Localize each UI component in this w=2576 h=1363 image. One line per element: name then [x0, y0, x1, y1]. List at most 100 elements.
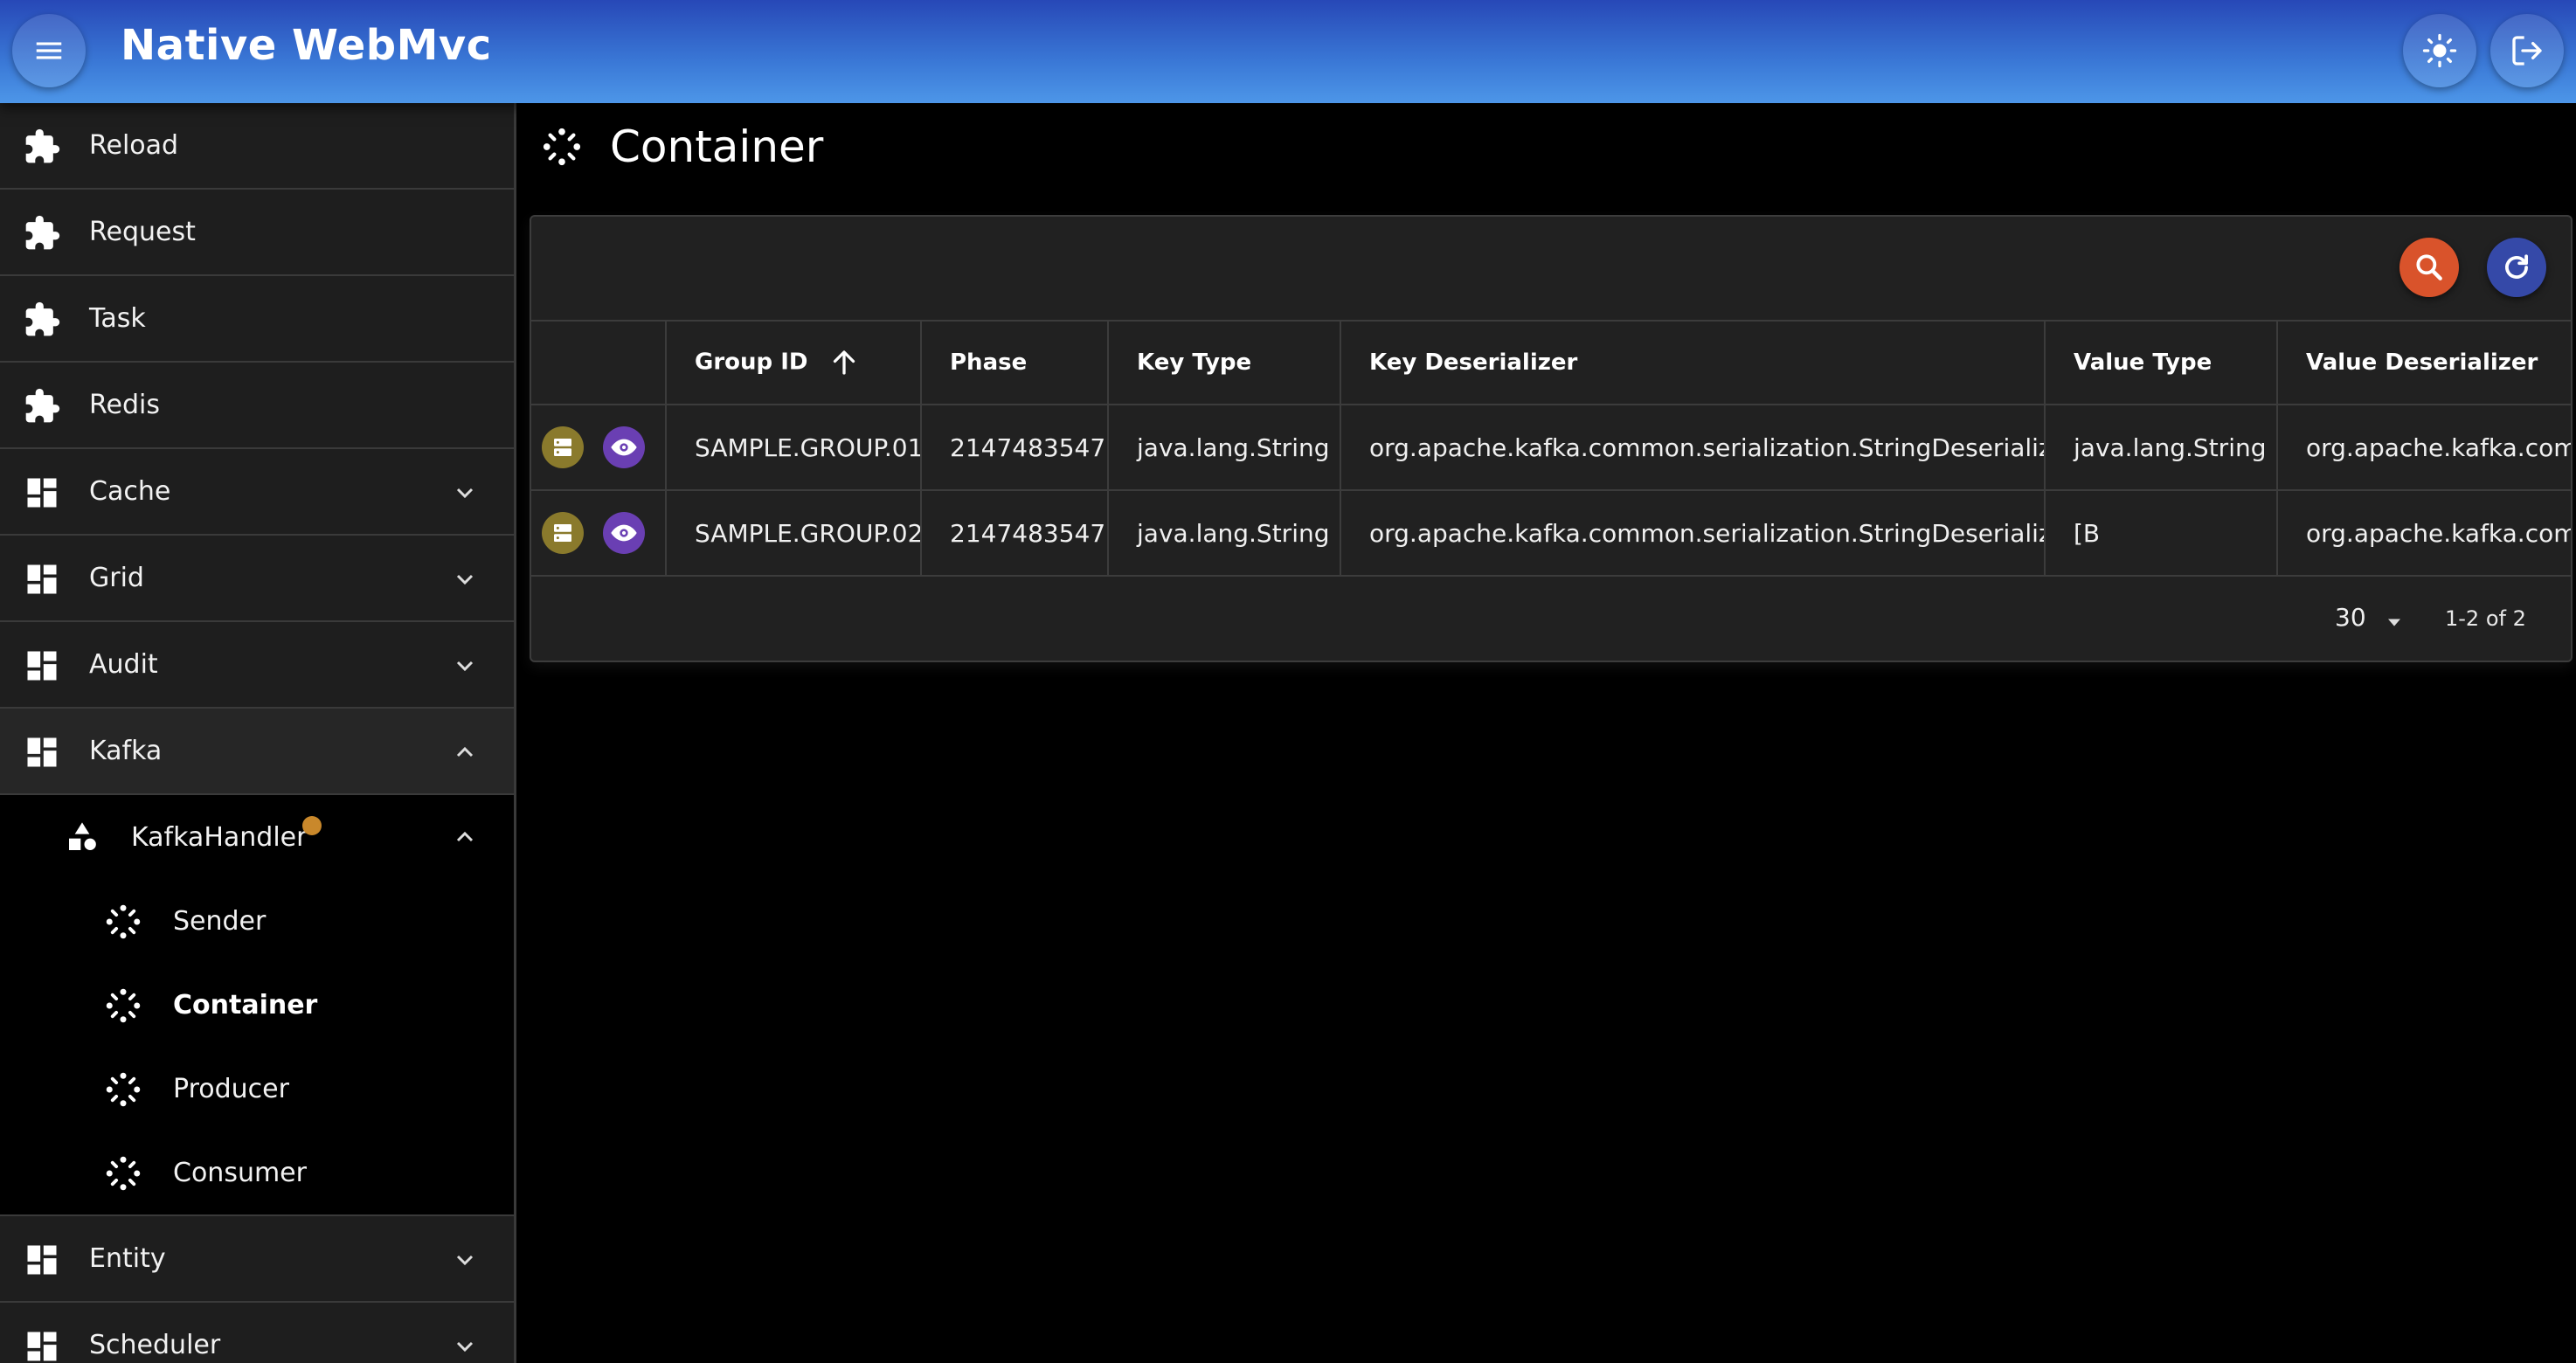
table-header-row: Group ID Phase Key Type Key Deserializer…: [531, 322, 2571, 405]
sidebar-item-label: Reload: [89, 130, 179, 161]
eye-icon: [611, 524, 637, 542]
sun-icon: [2422, 33, 2457, 68]
sidebar-item-label: Task: [89, 303, 146, 334]
pagination-range: 1-2 of 2: [2445, 606, 2526, 631]
column-header-value-deserializer[interactable]: Value Deserializer: [2277, 322, 2571, 405]
eye-icon: [611, 439, 637, 456]
caret-down-icon[interactable]: [2382, 610, 2406, 634]
dashboard-icon: [27, 478, 57, 508]
cell-group-id: SAMPLE.GROUP.01: [666, 405, 922, 491]
table-row: SAMPLE.GROUP.02 2147483547 java.lang.Str…: [531, 490, 2571, 577]
column-header-group-id[interactable]: Group ID: [666, 322, 922, 405]
sidebar-item-label: Request: [89, 217, 196, 247]
cell-key-type: java.lang.String: [1108, 405, 1341, 491]
logout-icon: [2512, 36, 2542, 66]
column-header-label: Group ID: [695, 349, 808, 376]
sidebar-item-scheduler[interactable]: Scheduler: [0, 1303, 514, 1363]
page-header: Container: [542, 119, 823, 175]
theme-toggle-button[interactable]: [2403, 14, 2476, 87]
app-bar: Native WebMvc: [0, 0, 2576, 103]
sidebar-item-redis[interactable]: Redis: [0, 363, 514, 449]
sidebar-item-request[interactable]: Request: [0, 190, 514, 276]
sidebar-item-producer[interactable]: Producer: [0, 1047, 514, 1131]
cell-value-deserializer: org.apache.kafka.common.serialization.St…: [2277, 490, 2571, 577]
column-header-value-type[interactable]: Value Type: [2045, 322, 2278, 405]
puzzle-icon: [25, 128, 60, 163]
status-badge: [302, 816, 322, 835]
sidebar-item-label: Scheduler: [89, 1330, 221, 1360]
shapes-icon: [69, 822, 96, 850]
dashboard-icon: [27, 1332, 57, 1361]
dashboard-icon: [27, 737, 57, 767]
arrow-up-icon[interactable]: [828, 347, 860, 378]
chevron-down-icon[interactable]: [451, 479, 479, 507]
sidebar-item-sender[interactable]: Sender: [0, 879, 514, 963]
column-header-phase[interactable]: Phase: [921, 322, 1109, 405]
refresh-icon: [2505, 254, 2528, 279]
sidebar-item-kafka[interactable]: Kafka: [0, 709, 514, 795]
cell-group-id: SAMPLE.GROUP.02: [666, 490, 922, 577]
actions-column-header: [531, 322, 667, 405]
menu-button[interactable]: [12, 14, 86, 87]
server-action-button[interactable]: [542, 426, 584, 468]
container-table: Group ID Phase Key Type Key Deserializer…: [531, 322, 2571, 577]
chevron-down-icon[interactable]: [451, 652, 479, 680]
row-actions: [531, 490, 667, 577]
sidebar-item-reload[interactable]: Reload: [0, 103, 514, 190]
sidebar-item-grid[interactable]: Grid: [0, 536, 514, 622]
server-icon: [554, 524, 571, 542]
sidebar-item-label: Kafka: [89, 736, 163, 766]
chevron-down-icon[interactable]: [451, 1332, 479, 1360]
table-toolbar: [531, 217, 2571, 322]
sidebar-item-audit[interactable]: Audit: [0, 622, 514, 709]
cell-value-deserializer: org.apache.kafka.common.serialization.St…: [2277, 405, 2571, 491]
app-title: Native WebMvc: [121, 21, 492, 70]
sidebar-item-kafkahandler[interactable]: KafkaHandler: [0, 795, 514, 879]
dashboard-icon: [27, 651, 57, 681]
chevron-up-icon[interactable]: [451, 823, 479, 851]
view-action-button[interactable]: [603, 512, 645, 554]
view-action-button[interactable]: [603, 426, 645, 468]
sidebar-item-consumer[interactable]: Consumer: [0, 1131, 514, 1216]
sidebar-item-label: Sender: [173, 905, 267, 937]
puzzle-icon: [25, 301, 60, 336]
sidebar-item-label: Entity: [89, 1243, 166, 1274]
sidebar: Reload Request Task Redis Cache Grid Aud…: [0, 103, 516, 1363]
sidebar-item-label: Redis: [89, 390, 160, 420]
column-header-key-type[interactable]: Key Type: [1108, 322, 1341, 405]
table-footer: 30 1-2 of 2: [531, 575, 2571, 659]
spinner-icon: [106, 1156, 141, 1191]
cell-phase: 2147483547: [921, 405, 1109, 491]
items-per-page-select[interactable]: 30: [2335, 603, 2366, 632]
refresh-button[interactable]: [2487, 238, 2546, 297]
cell-key-deserializer: org.apache.kafka.common.serialization.St…: [1340, 490, 2046, 577]
spinner-icon: [106, 1072, 141, 1107]
sidebar-item-label: KafkaHandler: [131, 821, 308, 853]
server-action-button[interactable]: [542, 512, 584, 554]
row-actions: [531, 405, 667, 491]
column-header-key-deserializer[interactable]: Key Deserializer: [1340, 322, 2046, 405]
data-table-card: Group ID Phase Key Type Key Deserializer…: [530, 215, 2573, 662]
sidebar-item-entity[interactable]: Entity: [0, 1216, 514, 1303]
sidebar-item-label: Cache: [89, 476, 171, 507]
search-icon: [2416, 254, 2442, 280]
dashboard-icon: [27, 1245, 57, 1275]
puzzle-icon: [25, 388, 60, 423]
cell-value-type: [B: [2045, 490, 2278, 577]
sidebar-item-label: Grid: [89, 563, 144, 593]
spinner-icon: [106, 988, 141, 1023]
sidebar-item-task[interactable]: Task: [0, 276, 514, 363]
sidebar-item-label: Consumer: [173, 1157, 307, 1188]
sidebar-item-label: Container: [173, 989, 318, 1021]
sidebar-item-cache[interactable]: Cache: [0, 449, 514, 536]
logout-button[interactable]: [2490, 14, 2564, 87]
sidebar-item-label: Producer: [173, 1073, 289, 1104]
chevron-down-icon[interactable]: [451, 1246, 479, 1274]
puzzle-icon: [25, 215, 60, 250]
chevron-up-icon[interactable]: [451, 738, 479, 766]
menu-icon: [36, 42, 62, 59]
chevron-down-icon[interactable]: [451, 565, 479, 593]
server-icon: [554, 439, 571, 456]
search-button[interactable]: [2399, 238, 2459, 297]
sidebar-item-container[interactable]: Container: [0, 963, 514, 1047]
